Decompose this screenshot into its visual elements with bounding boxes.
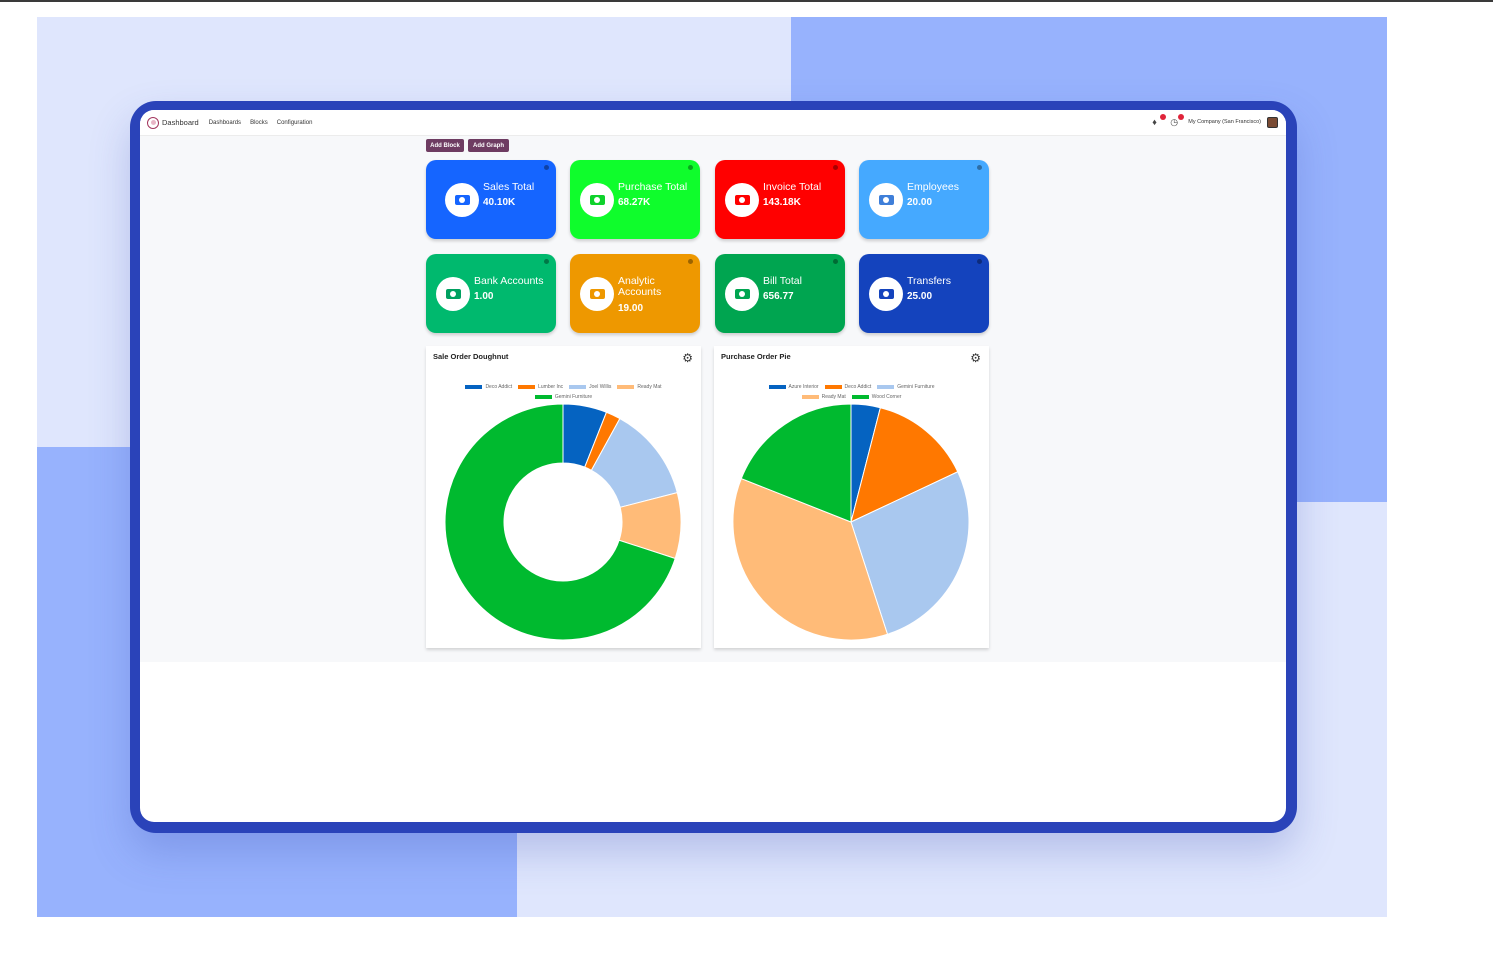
tablet-frame: Dashboard Dashboards Blocks Configuratio… bbox=[130, 101, 1297, 833]
notification-badge bbox=[1178, 114, 1185, 120]
kpi-tile[interactable]: Transfers 25.00 bbox=[859, 254, 989, 333]
tile-title: Purchase Total bbox=[618, 181, 688, 193]
tile-title: Bill Total bbox=[763, 275, 802, 287]
kpi-tile[interactable]: Employees 20.00 bbox=[859, 160, 989, 239]
tile-title: Analytic Accounts bbox=[618, 275, 662, 298]
tile-icon-circle bbox=[445, 183, 479, 217]
tile-value: 656.77 bbox=[763, 291, 794, 302]
company-switcher[interactable]: My Company (San Francisco) bbox=[1188, 119, 1261, 125]
tile-settings-icon[interactable] bbox=[833, 259, 838, 264]
tile-settings-icon[interactable] bbox=[833, 165, 838, 170]
add-graph-button[interactable]: Add Graph bbox=[468, 139, 509, 152]
money-icon bbox=[445, 289, 461, 299]
app-name[interactable]: Dashboard bbox=[162, 118, 199, 127]
tile-title: Employees bbox=[907, 181, 959, 193]
money-icon bbox=[878, 289, 894, 299]
kpi-tile[interactable]: Analytic Accounts 19.00 bbox=[570, 254, 700, 333]
kpi-tile[interactable]: Invoice Total 143.18K bbox=[715, 160, 845, 239]
tile-settings-icon[interactable] bbox=[688, 259, 693, 264]
doughnut-chart bbox=[444, 403, 682, 641]
tile-icon-circle bbox=[436, 277, 470, 311]
app-screen: Dashboard Dashboards Blocks Configuratio… bbox=[140, 110, 1286, 822]
tile-value: 25.00 bbox=[907, 291, 933, 302]
money-icon bbox=[454, 195, 470, 205]
sale-order-doughnut-card: Sale Order Doughnut ⚙ Deco Addict Lumber … bbox=[426, 346, 701, 648]
kpi-tile[interactable]: Bank Accounts 1.00 bbox=[426, 254, 556, 333]
kpi-tile[interactable]: Purchase Total 68.27K bbox=[570, 160, 700, 239]
money-icon bbox=[734, 289, 750, 299]
tile-title: Transfers bbox=[907, 275, 951, 287]
tile-settings-icon[interactable] bbox=[544, 259, 549, 264]
tile-settings-icon[interactable] bbox=[977, 165, 982, 170]
kpi-tile[interactable]: Bill Total 656.77 bbox=[715, 254, 845, 333]
add-block-button[interactable]: Add Block bbox=[426, 139, 464, 152]
tile-icon-circle bbox=[869, 277, 903, 311]
pie-chart bbox=[732, 403, 970, 641]
dashboard-content: Add Block Add Graph Sales Total 40.10K Pur… bbox=[140, 136, 1286, 662]
money-icon bbox=[878, 195, 894, 205]
menu-dashboards[interactable]: Dashboards bbox=[209, 120, 241, 126]
tile-settings-icon[interactable] bbox=[688, 165, 693, 170]
top-rule bbox=[0, 0, 1493, 2]
menu-blocks[interactable]: Blocks bbox=[250, 120, 268, 126]
tile-value: 19.00 bbox=[618, 303, 644, 314]
activity-clock-icon[interactable]: ◷ bbox=[1170, 114, 1185, 128]
top-navbar: Dashboard Dashboards Blocks Configuratio… bbox=[140, 110, 1286, 136]
menu-configuration[interactable]: Configuration bbox=[277, 120, 313, 126]
tile-value: 20.00 bbox=[907, 197, 933, 208]
tile-icon-circle bbox=[580, 277, 614, 311]
kpi-tile[interactable]: Sales Total 40.10K bbox=[426, 160, 556, 239]
tile-title: Bank Accounts bbox=[474, 275, 544, 287]
chat-icon[interactable]: ♦ bbox=[1152, 114, 1167, 128]
tile-value: 40.10K bbox=[483, 197, 516, 208]
tile-settings-icon[interactable] bbox=[544, 165, 549, 170]
tile-icon-circle bbox=[725, 183, 759, 217]
tile-value: 143.18K bbox=[763, 197, 801, 208]
money-icon bbox=[589, 195, 605, 205]
navbar-systray: ♦ ◷ My Company (San Francisco) bbox=[1152, 114, 1278, 128]
tile-icon-circle bbox=[725, 277, 759, 311]
tile-icon-circle bbox=[869, 183, 903, 217]
tile-value: 68.27K bbox=[618, 197, 651, 208]
money-icon bbox=[734, 195, 750, 205]
user-avatar[interactable] bbox=[1267, 116, 1278, 128]
notification-badge bbox=[1160, 114, 1167, 120]
purchase-order-pie-card: Purchase Order Pie ⚙ Azure Interior Deco … bbox=[714, 346, 989, 648]
money-icon bbox=[589, 289, 605, 299]
app-logo-icon[interactable] bbox=[147, 116, 159, 129]
tile-title: Invoice Total bbox=[763, 181, 822, 193]
tile-title: Sales Total bbox=[483, 181, 535, 193]
tile-settings-icon[interactable] bbox=[977, 259, 982, 264]
tile-value: 1.00 bbox=[474, 291, 494, 302]
tile-icon-circle bbox=[580, 183, 614, 217]
